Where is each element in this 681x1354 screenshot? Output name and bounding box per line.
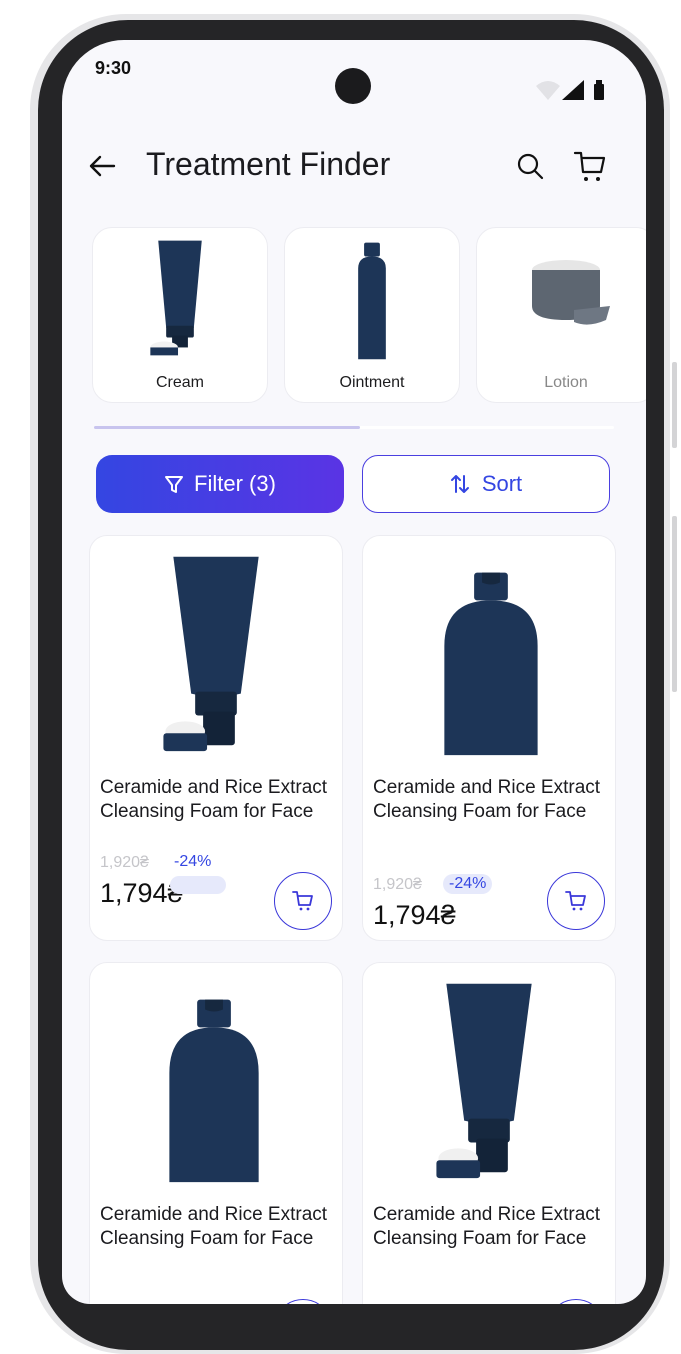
category-carousel[interactable]: Cream Ointment Lotion — [92, 227, 646, 403]
add-to-cart-button[interactable] — [274, 872, 332, 930]
cart-icon — [565, 891, 586, 911]
category-scroll-thumb[interactable] — [94, 426, 360, 429]
product-name: Ceramide and Rice Extract Cleansing Foam… — [373, 1204, 601, 1249]
filter-label: Filter (3) — [194, 471, 276, 496]
product-card[interactable]: Ceramide and Rice Extract Cleansing Foam… — [362, 535, 616, 941]
discount-badge: -24% — [443, 874, 493, 894]
category-label: Ointment — [339, 374, 405, 391]
status-bar: 9:30 — [62, 40, 646, 120]
product-card[interactable]: Ceramide and Rice Extract Cleansing Foam… — [89, 535, 343, 941]
sort-button[interactable]: Sort — [362, 455, 610, 513]
cart-icon — [292, 891, 313, 911]
product-tube-image — [436, 983, 532, 1179]
old-price: 1,920₴ — [100, 854, 149, 871]
add-to-cart-button[interactable] — [547, 1299, 605, 1304]
product-bottle-image — [169, 999, 259, 1183]
category-label: Cream — [155, 374, 204, 391]
lotion-jar-image — [532, 260, 610, 325]
ointment-bottle-image — [358, 242, 386, 360]
add-to-cart-button[interactable] — [547, 872, 605, 930]
app-screen: 9:30 Treatment Finder Cream Ointment Lot… — [62, 40, 646, 1304]
category-scrollbar[interactable] — [94, 426, 614, 429]
wifi-icon — [536, 81, 560, 100]
price-block: 1,920₴ -24% 1,794₴ — [373, 874, 573, 936]
current-price: 1,794₴ — [373, 900, 456, 930]
product-name: Ceramide and Rice Extract Cleansing Foam… — [373, 777, 601, 822]
sort-label: Sort — [481, 471, 523, 496]
product-card[interactable]: Ceramide and Rice Extract Cleansing Foam… — [89, 962, 343, 1304]
old-price: 1,920₴ — [373, 876, 422, 893]
product-name: Ceramide and Rice Extract Cleansing Foam… — [100, 777, 328, 822]
product-tube-image — [163, 556, 259, 752]
page-title: Treatment Finder — [146, 146, 391, 182]
sort-icon — [450, 475, 469, 493]
app-header: Treatment Finder — [62, 140, 646, 192]
filter-button[interactable]: Filter (3) — [96, 455, 344, 513]
battery-icon — [594, 84, 604, 100]
search-icon[interactable] — [514, 150, 546, 182]
filter-icon — [165, 476, 184, 493]
product-name: Ceramide and Rice Extract Cleansing Foam… — [100, 1204, 328, 1249]
product-card[interactable]: Ceramide and Rice Extract Cleansing Foam… — [362, 962, 616, 1304]
status-time: 9:30 — [95, 58, 132, 78]
signal-icon — [562, 80, 584, 100]
front-camera — [335, 68, 371, 104]
cream-tube-image — [150, 240, 202, 356]
status-icons — [536, 80, 604, 100]
cart-icon[interactable] — [572, 148, 608, 184]
category-card-ointment[interactable]: Ointment — [284, 227, 460, 403]
add-to-cart-button[interactable] — [274, 1299, 332, 1304]
power-button — [672, 516, 677, 692]
category-label: Lotion — [544, 374, 588, 391]
product-bottle-image — [444, 572, 538, 756]
volume-button — [672, 362, 677, 448]
discount-highlight — [170, 876, 226, 894]
discount-badge: -24% — [174, 853, 212, 870]
category-card-cream[interactable]: Cream — [92, 227, 268, 403]
back-arrow-icon[interactable] — [86, 150, 118, 182]
category-card-lotion[interactable]: Lotion — [476, 227, 646, 403]
